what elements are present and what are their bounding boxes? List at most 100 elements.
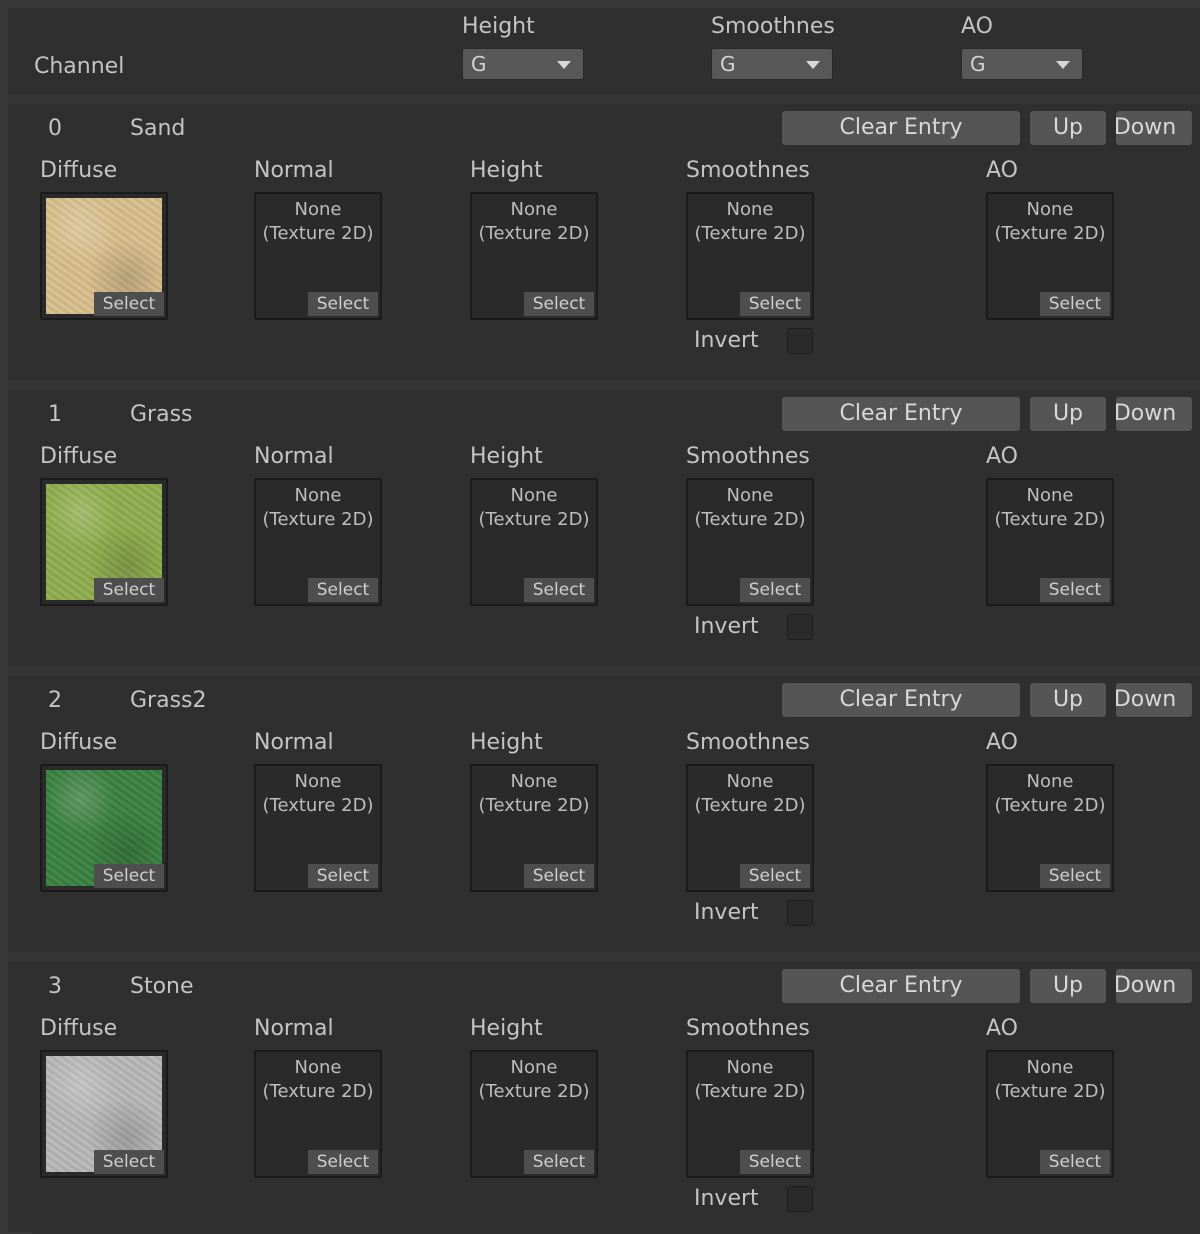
normal-texture-field[interactable]: None (Texture 2D) Select (254, 764, 382, 892)
normal-slot-label: Normal (254, 444, 334, 469)
entry-separator (8, 666, 1200, 676)
normal-slot-label: Normal (254, 1016, 334, 1041)
move-up-button[interactable]: Up (1030, 683, 1106, 717)
select-texture-button[interactable]: Select (94, 292, 164, 316)
select-texture-button[interactable]: Select (308, 292, 378, 316)
select-texture-button[interactable]: Select (308, 864, 378, 888)
normal-slot-label: Normal (254, 730, 334, 755)
select-texture-button[interactable]: Select (94, 578, 164, 602)
empty-texture-text: None (Texture 2D) (262, 1057, 374, 1102)
select-texture-button[interactable]: Select (524, 292, 594, 316)
move-up-button[interactable]: Up (1030, 397, 1106, 431)
select-texture-button[interactable]: Select (740, 578, 810, 602)
normal-texture-field[interactable]: None (Texture 2D) Select (254, 192, 382, 320)
empty-texture-text: None (Texture 2D) (478, 199, 590, 244)
select-texture-button[interactable]: Select (524, 1150, 594, 1174)
smoothness-texture-field[interactable]: None (Texture 2D) Select (686, 192, 814, 320)
dropdown-arrow-icon (557, 61, 571, 69)
select-texture-button[interactable]: Select (308, 578, 378, 602)
terrain-layer-entry: 3 Stone Clear Entry Up Down Diffuse Select Norm… (32, 962, 1200, 1234)
move-down-button[interactable]: Down (1116, 397, 1192, 431)
entry-index: 0 (48, 116, 62, 141)
normal-texture-field[interactable]: None (Texture 2D) Select (254, 1050, 382, 1178)
entry-index: 3 (48, 974, 62, 999)
smoothness-texture-field[interactable]: None (Texture 2D) Select (686, 478, 814, 606)
ao-slot-label: AO (986, 730, 1018, 755)
select-texture-button[interactable]: Select (740, 1150, 810, 1174)
terrain-layer-entry: 2 Grass2 Clear Entry Up Down Diffuse Select Nor… (32, 676, 1200, 948)
diffuse-texture-field[interactable]: Select (40, 478, 168, 606)
smoothness-channel-dropdown[interactable]: G (711, 48, 833, 80)
invert-checkbox[interactable] (787, 614, 813, 640)
ao-texture-field[interactable]: None (Texture 2D) Select (986, 192, 1114, 320)
select-texture-button[interactable]: Select (1040, 578, 1110, 602)
select-texture-button[interactable]: Select (308, 1150, 378, 1174)
move-up-button[interactable]: Up (1030, 111, 1106, 145)
height-texture-field[interactable]: None (Texture 2D) Select (470, 1050, 598, 1178)
empty-texture-text: None (Texture 2D) (994, 485, 1106, 530)
ao-texture-field[interactable]: None (Texture 2D) Select (986, 764, 1114, 892)
entry-index: 1 (48, 402, 62, 427)
move-down-button[interactable]: Down (1116, 683, 1192, 717)
height-texture-field[interactable]: None (Texture 2D) Select (470, 192, 598, 320)
dropdown-arrow-icon (806, 61, 820, 69)
invert-checkbox[interactable] (787, 1186, 813, 1212)
clear-entry-button[interactable]: Clear Entry (782, 683, 1020, 717)
ao-texture-field[interactable]: None (Texture 2D) Select (986, 1050, 1114, 1178)
select-texture-button[interactable]: Select (524, 578, 594, 602)
select-texture-button[interactable]: Select (740, 292, 810, 316)
invert-checkbox[interactable] (787, 328, 813, 354)
select-texture-button[interactable]: Select (1040, 1150, 1110, 1174)
height-channel-label: Height (462, 14, 535, 39)
empty-texture-text: None (Texture 2D) (694, 199, 806, 244)
height-texture-field[interactable]: None (Texture 2D) Select (470, 764, 598, 892)
diffuse-texture-field[interactable]: Select (40, 192, 168, 320)
select-texture-button[interactable]: Select (94, 1150, 164, 1174)
smoothness-slot-label: Smoothnes (686, 730, 810, 755)
entry-separator (8, 94, 1200, 104)
smoothness-slot-label: Smoothnes (686, 1016, 810, 1041)
empty-texture-text: None (Texture 2D) (994, 771, 1106, 816)
height-texture-field[interactable]: None (Texture 2D) Select (470, 478, 598, 606)
invert-checkbox[interactable] (787, 900, 813, 926)
clear-entry-button[interactable]: Clear Entry (782, 111, 1020, 145)
select-texture-button[interactable]: Select (1040, 864, 1110, 888)
terrain-layer-entry: 1 Grass Clear Entry Up Down Diffuse Select Norm… (32, 390, 1200, 662)
clear-entry-button[interactable]: Clear Entry (782, 397, 1020, 431)
height-slot-label: Height (470, 158, 543, 183)
height-channel-dropdown[interactable]: G (462, 48, 584, 80)
smoothness-texture-field[interactable]: None (Texture 2D) Select (686, 1050, 814, 1178)
select-texture-button[interactable]: Select (1040, 292, 1110, 316)
clear-entry-button[interactable]: Clear Entry (782, 969, 1020, 1003)
diffuse-texture-field[interactable]: Select (40, 1050, 168, 1178)
smoothness-texture-field[interactable]: None (Texture 2D) Select (686, 764, 814, 892)
select-texture-button[interactable]: Select (524, 864, 594, 888)
height-slot-label: Height (470, 730, 543, 755)
empty-texture-text: None (Texture 2D) (262, 199, 374, 244)
diffuse-texture-field[interactable]: Select (40, 764, 168, 892)
ao-channel-dropdown[interactable]: G (961, 48, 1083, 80)
height-channel-column: Height (462, 14, 535, 39)
entry-name: Grass (130, 402, 193, 427)
normal-texture-field[interactable]: None (Texture 2D) Select (254, 478, 382, 606)
empty-texture-text: None (Texture 2D) (262, 771, 374, 816)
invert-label: Invert (694, 900, 759, 925)
move-up-button[interactable]: Up (1030, 969, 1106, 1003)
diffuse-slot-label: Diffuse (40, 730, 118, 755)
ao-slot-label: AO (986, 158, 1018, 183)
entry-name: Sand (130, 116, 186, 141)
smoothness-channel-label: Smoothnes (711, 14, 835, 39)
channel-header: Channel Height G Smoothnes G AO G (8, 8, 1200, 94)
empty-texture-text: None (Texture 2D) (694, 771, 806, 816)
select-texture-button[interactable]: Select (94, 864, 164, 888)
channel-label: Channel (34, 54, 125, 79)
select-texture-button[interactable]: Select (740, 864, 810, 888)
entry-name: Stone (130, 974, 194, 999)
move-down-button[interactable]: Down (1116, 969, 1192, 1003)
ao-slot-label: AO (986, 444, 1018, 469)
invert-label: Invert (694, 328, 759, 353)
entry-separator (8, 952, 1200, 962)
empty-texture-text: None (Texture 2D) (262, 485, 374, 530)
ao-texture-field[interactable]: None (Texture 2D) Select (986, 478, 1114, 606)
move-down-button[interactable]: Down (1116, 111, 1192, 145)
